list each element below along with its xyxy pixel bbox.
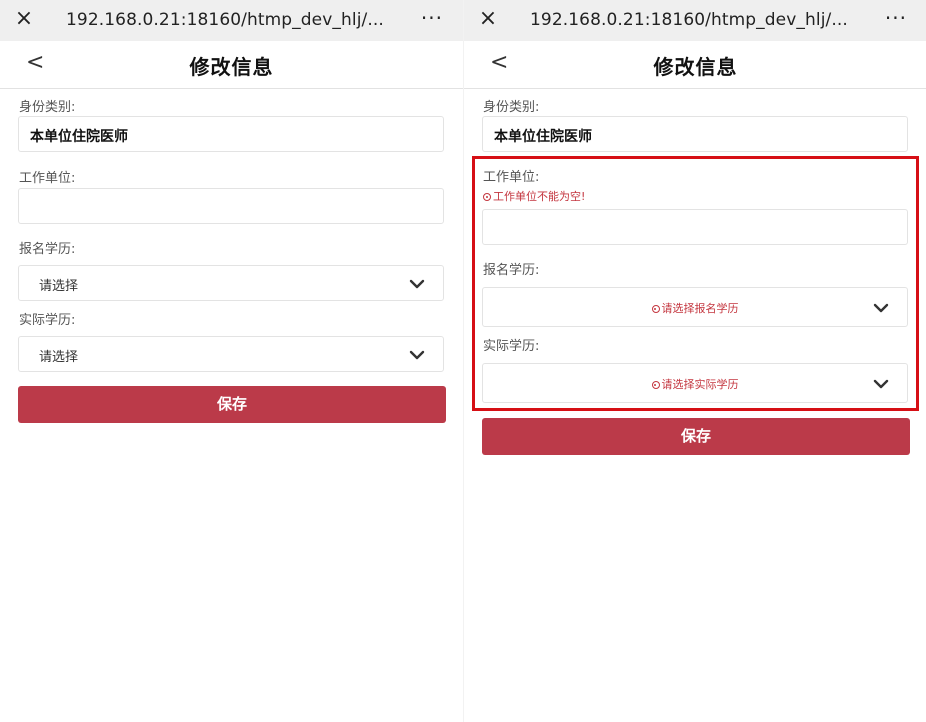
browser-bar: × 192.168.0.21:18160/htmp_dev_hlj/... ··…: [464, 0, 926, 41]
address-bar-url[interactable]: 192.168.0.21:18160/htmp_dev_hlj/...: [530, 10, 848, 30]
signup-edu-select[interactable]: 请选择: [18, 265, 444, 301]
save-button[interactable]: 保存: [18, 386, 446, 423]
screen-after: × 192.168.0.21:18160/htmp_dev_hlj/... ··…: [464, 0, 926, 722]
more-icon[interactable]: ···: [885, 6, 907, 30]
workplace-input[interactable]: [18, 188, 444, 224]
identity-field[interactable]: 本单位住院医师: [482, 116, 908, 152]
actual-edu-select[interactable]: 请选择: [18, 336, 444, 372]
identity-value: 本单位住院医师: [494, 129, 592, 145]
screen-before: × 192.168.0.21:18160/htmp_dev_hlj/... ··…: [0, 0, 463, 722]
actual-edu-label: 实际学历:: [19, 313, 76, 328]
address-bar-url[interactable]: 192.168.0.21:18160/htmp_dev_hlj/...: [66, 10, 384, 30]
save-button[interactable]: 保存: [482, 418, 910, 455]
page-header: < 修改信息: [464, 41, 926, 89]
identity-label: 身份类别:: [483, 100, 540, 115]
browser-bar: × 192.168.0.21:18160/htmp_dev_hlj/... ··…: [0, 0, 463, 41]
page-header: < 修改信息: [0, 41, 463, 89]
identity-value: 本单位住院医师: [30, 129, 128, 145]
chevron-down-icon: [409, 350, 425, 360]
actual-edu-value: 请选择: [39, 350, 79, 365]
workplace-label: 工作单位:: [19, 171, 76, 186]
more-icon[interactable]: ···: [421, 6, 443, 30]
identity-field[interactable]: 本单位住院医师: [18, 116, 444, 152]
close-icon[interactable]: ×: [13, 8, 35, 30]
identity-label: 身份类别:: [19, 100, 76, 115]
page-title: 修改信息: [189, 55, 274, 79]
signup-edu-label: 报名学历:: [19, 242, 76, 257]
chevron-down-icon: [409, 279, 425, 289]
page-title: 修改信息: [653, 55, 738, 79]
close-icon[interactable]: ×: [477, 8, 499, 30]
signup-edu-value: 请选择: [39, 279, 79, 294]
validation-highlight-box: [472, 156, 919, 411]
